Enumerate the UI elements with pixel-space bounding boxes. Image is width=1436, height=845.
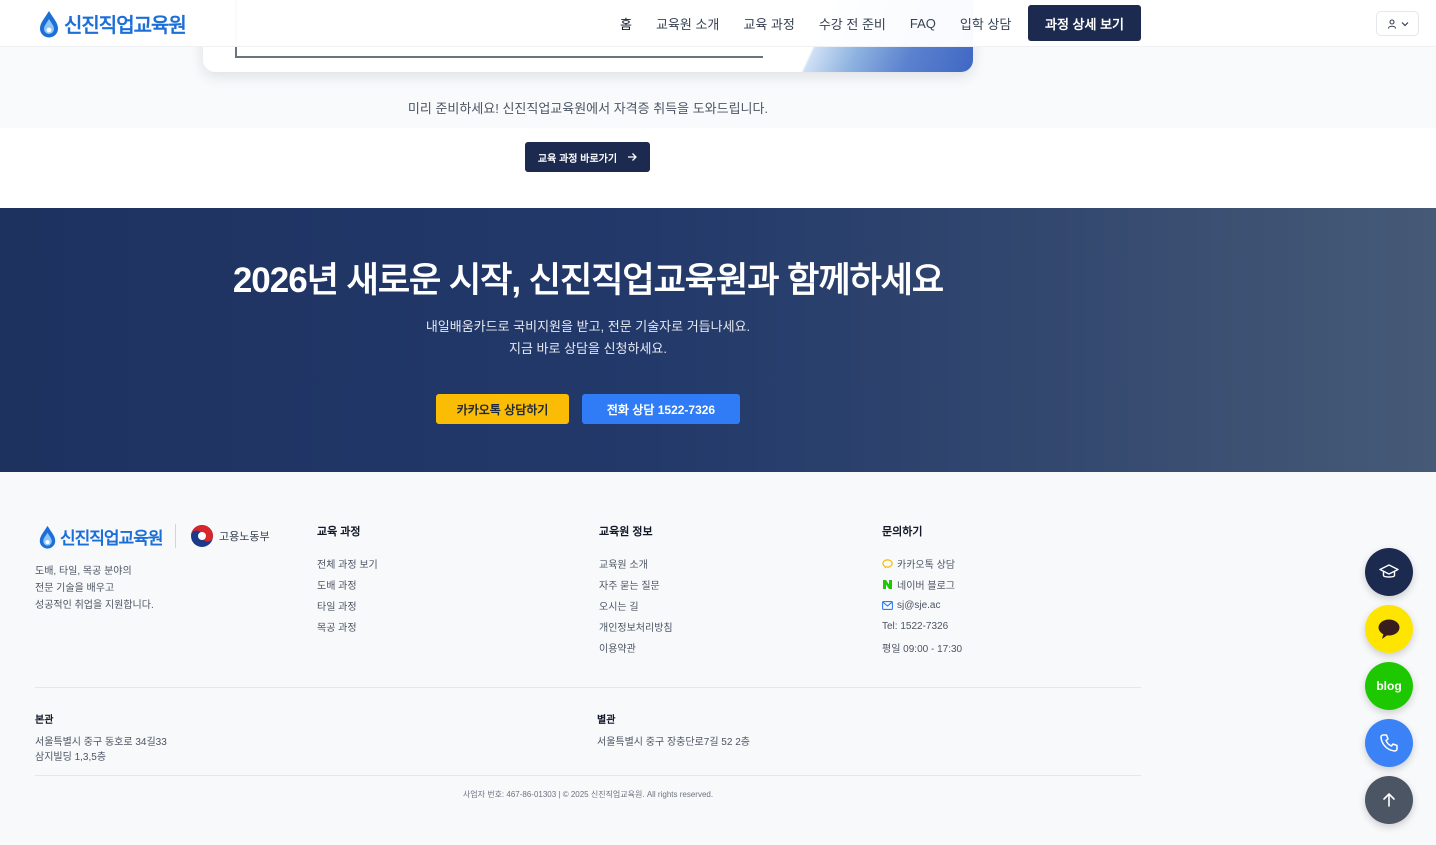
hero-title: 2026년 새로운 시작, 신진직업교육원과 함께하세요: [232, 261, 944, 300]
footer-hours: 평일 09:00 - 17:30: [882, 644, 963, 655]
footer-link-faq[interactable]: 자주 묻는 질문: [599, 574, 673, 595]
kakao-consult-button[interactable]: 카카오톡 상담하기: [436, 394, 569, 424]
top-caption: 미리 준비하세요! 신진직업교육원에서 자격증 취득을 도와드립니다.: [407, 101, 769, 116]
floating-courses-button[interactable]: [1365, 548, 1413, 596]
footer-link-about[interactable]: 교육원 소개: [599, 553, 673, 574]
footer-courses-title: 교육 과정: [317, 526, 361, 538]
go-to-courses-button[interactable]: 교육 과정 바로가기: [525, 142, 650, 172]
arrow-right-icon: [628, 153, 637, 161]
footer-link-wallpaper[interactable]: 도배 과정: [317, 574, 378, 595]
logo-divider: [175, 524, 176, 548]
footer-contact-column: 문의하기 카카오톡 상담 네이버 블로그 sj@sje.ac Tel: 1522…: [882, 523, 962, 658]
footer-tel: Tel: 1522-7326: [882, 621, 949, 632]
ministry-logo: 고용노동부: [190, 524, 270, 548]
logo-drop-icon: [40, 10, 58, 37]
floating-blog-button[interactable]: blog: [1365, 662, 1413, 710]
footer-courses-column: 교육 과정 전체 과정 보기 도배 과정 타일 과정 목공 과정: [317, 523, 378, 637]
nav-courses[interactable]: 교육 과정: [743, 14, 794, 33]
footer-description: 도배, 타일, 목공 분야의 전문 기술을 배우고 성공적인 취업을 지원합니다…: [35, 566, 154, 611]
floating-phone-button[interactable]: [1365, 719, 1413, 767]
nav-about[interactable]: 교육원 소개: [656, 14, 719, 33]
footer-link-privacy[interactable]: 개인정보처리방침: [599, 616, 673, 637]
mail-icon: [882, 601, 893, 610]
hero-banner: 2026년 새로운 시작, 신진직업교육원과 함께하세요 내일배움카드로 국비지…: [0, 208, 1436, 472]
site-logo[interactable]: 신진직업교육원: [37, 9, 187, 38]
hero-subtitle: 내일배움카드로 국비지원을 받고, 전문 기술자로 거듭나세요. 지금 바로 상…: [425, 319, 751, 356]
footer-logo-text: 신진직업교육원: [60, 529, 163, 548]
user-icon: [1387, 18, 1396, 29]
footer-link-directions[interactable]: 오시는 길: [599, 595, 673, 616]
phone-icon: [1380, 734, 1398, 752]
ministry-label: 고용노동부: [219, 531, 270, 543]
footer-logo[interactable]: 신진직업교육원: [37, 524, 163, 549]
floating-kakao-button[interactable]: [1365, 605, 1413, 653]
site-header: 신진직업교육원 홈 교육원 소개 교육 과정 수강 전 준비 FAQ 입학 상담…: [0, 0, 1436, 47]
main-nav: 홈 교육원 소개 교육 과정 수강 전 준비 FAQ 입학 상담: [620, 0, 1011, 47]
logo-text: 신진직업교육원: [64, 15, 187, 37]
go-to-courses-label: 교육 과정 바로가기: [537, 153, 618, 165]
footer-divider: [35, 687, 1141, 688]
footer-about-title: 교육원 정보: [599, 526, 653, 538]
arrow-up-icon: [1383, 793, 1395, 807]
footer-kakao-link[interactable]: 카카오톡 상담: [882, 553, 962, 574]
footer-email-link[interactable]: sj@sje.ac: [882, 595, 962, 616]
logo-drop-icon: [39, 525, 56, 549]
scroll-to-top-button[interactable]: [1365, 776, 1413, 824]
footer-link-carpentry[interactable]: 목공 과정: [317, 616, 378, 637]
kakao-chat-icon: [882, 558, 893, 568]
chevron-down-icon: [1401, 21, 1408, 26]
footer-link-tile[interactable]: 타일 과정: [317, 595, 378, 616]
nav-home[interactable]: 홈: [620, 14, 632, 33]
nav-faq[interactable]: FAQ: [910, 16, 936, 31]
annex-address: 별관 서울특별시 중구 장충단로7길 52 2층: [597, 715, 750, 748]
site-footer: 신진직업교육원 고용노동부 도배, 타일, 목공 분야의 전문 기술을 배우고 …: [0, 472, 1436, 845]
naver-icon: [883, 580, 892, 589]
footer-contact-title: 문의하기: [882, 526, 923, 538]
nav-preparation[interactable]: 수강 전 준비: [819, 14, 886, 33]
nav-admission[interactable]: 입학 상담: [960, 14, 1011, 33]
copyright-text: 사업자 번호: 467-86-01303 | © 2025 신진직업교육원. A…: [462, 790, 714, 799]
taegeuk-icon: [191, 525, 213, 547]
user-menu-button[interactable]: [1376, 11, 1419, 36]
footer-blog-link[interactable]: 네이버 블로그: [882, 574, 962, 595]
footer-link-all-courses[interactable]: 전체 과정 보기: [317, 553, 378, 574]
top-section-lower: [0, 128, 1436, 208]
course-details-button[interactable]: 과정 상세 보기: [1028, 5, 1141, 41]
footer-divider-bottom: [35, 775, 1141, 776]
main-branch-address: 본관 서울특별시 중구 동호로 34길33 삼지빌딩 1,3,5층: [35, 715, 167, 763]
kakao-chat-icon: [1378, 619, 1400, 639]
footer-link-terms[interactable]: 이용약관: [599, 637, 673, 658]
blog-label: blog: [1376, 679, 1402, 693]
phone-consult-button[interactable]: 전화 상담 1522-7326: [582, 394, 740, 424]
graduation-cap-icon: [1379, 564, 1399, 578]
footer-about-column: 교육원 정보 교육원 소개 자주 묻는 질문 오시는 길 개인정보처리방침 이용…: [599, 523, 673, 658]
